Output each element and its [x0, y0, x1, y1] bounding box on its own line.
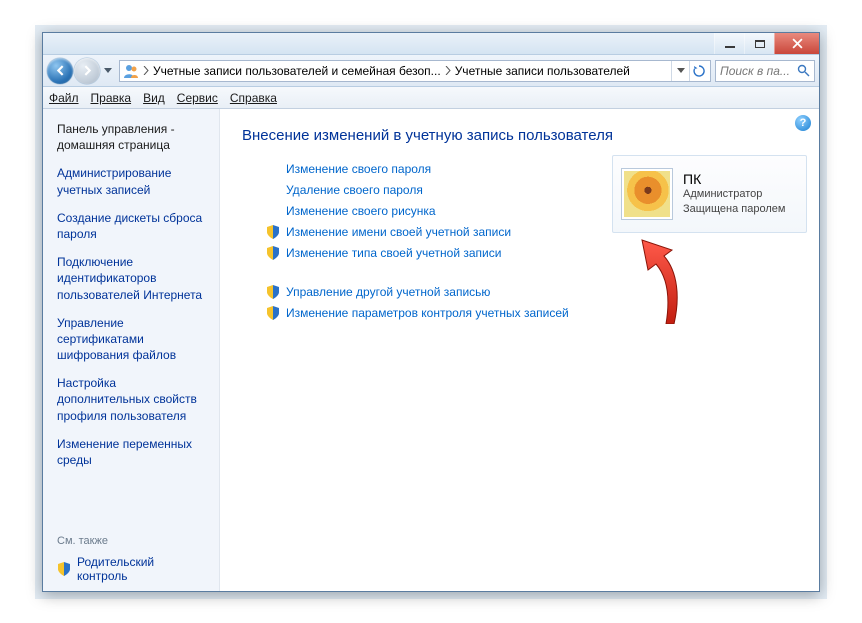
search-icon [797, 64, 810, 77]
action-link[interactable]: Управление другой учетной записью [286, 285, 490, 299]
back-button[interactable] [47, 58, 73, 84]
shield-icon [266, 225, 280, 239]
action-link[interactable]: Изменение своего пароля [286, 162, 431, 176]
action-link[interactable]: Удаление своего пароля [286, 183, 423, 197]
action-link[interactable]: Изменение типа своей учетной записи [286, 246, 501, 260]
sidebar-link[interactable]: Администрирование учетных записей [57, 165, 207, 197]
user-accounts-icon [123, 63, 139, 79]
menu-view[interactable]: Вид [143, 91, 165, 105]
search-placeholder: Поиск в па... [720, 64, 790, 78]
breadcrumb-item[interactable]: Учетные записи пользователей и семейная … [153, 64, 441, 78]
user-role: Администратор [683, 187, 785, 202]
action-link-row: Изменение параметров контроля учетных за… [266, 306, 797, 320]
sidebar-link[interactable]: Управление сертификатами шифрования файл… [57, 315, 207, 364]
forward-button[interactable] [74, 58, 100, 84]
breadcrumb-item[interactable]: Учетные записи пользователей [455, 64, 630, 78]
chevron-right-icon [445, 66, 451, 75]
sidebar-link[interactable]: Изменение переменных среды [57, 436, 207, 468]
shield-icon [57, 562, 71, 576]
user-info: ПК Администратор Защищена паролем [683, 171, 785, 217]
user-name: ПК [683, 171, 785, 187]
menu-edit[interactable]: Правка [91, 91, 132, 105]
chevron-right-icon [143, 66, 149, 75]
parental-control-link[interactable]: Родительский контроль [57, 555, 207, 583]
search-input[interactable]: Поиск в па... [715, 60, 815, 82]
action-link-row: Изменение типа своей учетной записи [266, 246, 797, 260]
action-link[interactable]: Изменение имени своей учетной записи [286, 225, 511, 239]
action-link[interactable]: Изменение своего рисунка [286, 204, 436, 218]
see-also-label: См. также [57, 535, 207, 547]
nav-buttons [47, 58, 115, 84]
user-account-card[interactable]: ПК Администратор Защищена паролем [612, 155, 807, 233]
close-button[interactable] [774, 33, 819, 54]
action-link-row: Управление другой учетной записью [266, 285, 797, 299]
help-icon[interactable]: ? [795, 115, 811, 131]
sidebar-link[interactable]: Настройка дополнительных свойств профиля… [57, 375, 207, 424]
sidebar-link[interactable]: Создание дискеты сброса пароля [57, 210, 207, 242]
minimize-button[interactable] [714, 33, 744, 54]
titlebar [43, 33, 819, 55]
page-title: Внесение изменений в учетную запись поль… [242, 127, 797, 144]
sidebar-link[interactable]: Подключение идентификаторов пользователе… [57, 254, 207, 303]
maximize-button[interactable] [744, 33, 774, 54]
breadcrumb-dropdown[interactable] [671, 61, 689, 81]
user-password-status: Защищена паролем [683, 202, 785, 217]
sidebar: Панель управления - домашняя страница Ад… [43, 109, 220, 591]
menu-tools[interactable]: Сервис [177, 91, 218, 105]
shield-icon [266, 246, 280, 260]
content-area: Панель управления - домашняя страница Ад… [43, 109, 819, 591]
refresh-button[interactable] [689, 61, 707, 81]
shield-icon [266, 285, 280, 299]
main-panel: ? Внесение изменений в учетную запись по… [220, 109, 819, 591]
control-panel-window: Учетные записи пользователей и семейная … [42, 32, 820, 592]
menu-help[interactable]: Справка [230, 91, 277, 105]
address-bar: Учетные записи пользователей и семейная … [43, 55, 819, 87]
menu-file[interactable]: Файл [49, 91, 79, 105]
nav-history-dropdown[interactable] [101, 58, 115, 84]
menu-bar: Файл Правка Вид Сервис Справка [43, 87, 819, 109]
shield-icon [266, 306, 280, 320]
control-panel-home-link[interactable]: Панель управления - домашняя страница [57, 121, 207, 153]
avatar [621, 168, 673, 220]
breadcrumb-bar[interactable]: Учетные записи пользователей и семейная … [119, 60, 711, 82]
action-link[interactable]: Изменение параметров контроля учетных за… [286, 306, 569, 320]
